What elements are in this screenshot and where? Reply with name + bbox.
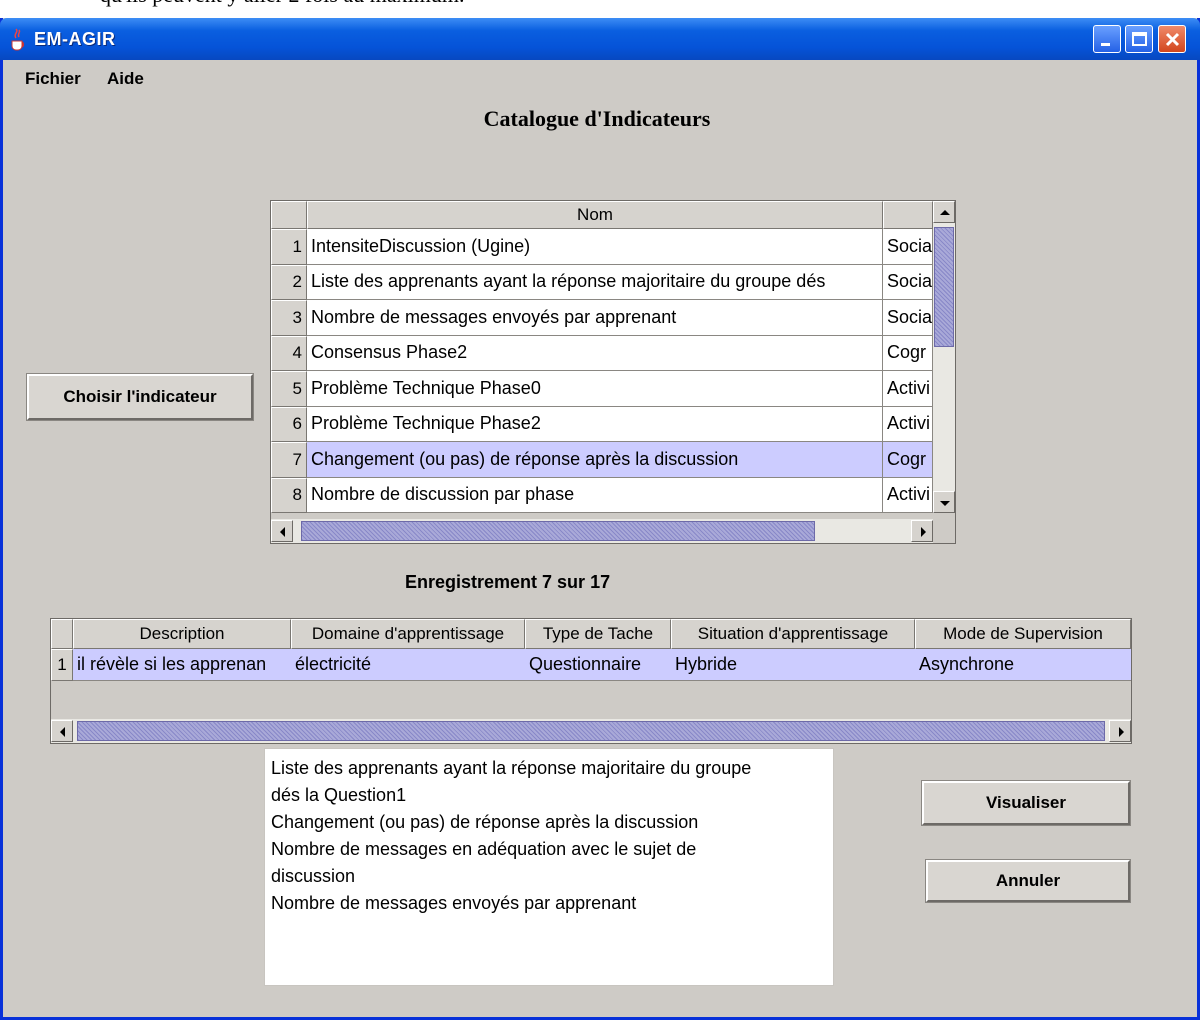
cell-mode-supervision[interactable]: Asynchrone bbox=[915, 649, 1131, 681]
column-header-type-tache[interactable]: Type de Tache bbox=[525, 619, 671, 649]
scroll-left-button[interactable] bbox=[51, 720, 73, 742]
menu-fichier[interactable]: Fichier bbox=[25, 69, 81, 89]
cell-nom[interactable]: Consensus Phase2 bbox=[307, 335, 883, 371]
choose-indicator-button[interactable]: Choisir l'indicateur bbox=[27, 374, 253, 420]
cell-type[interactable]: Socia bbox=[883, 264, 933, 300]
row-number: 4 bbox=[271, 335, 307, 371]
cell-type[interactable]: Activi bbox=[883, 477, 933, 513]
text-line: Nombre de messages en adéquation avec le… bbox=[271, 839, 697, 859]
text-line: Nombre de messages envoyés par apprenant bbox=[271, 893, 637, 913]
indicator-table-header: Nom bbox=[271, 201, 933, 229]
cell-description[interactable]: il révèle si les apprenan bbox=[73, 649, 291, 681]
scroll-left-button[interactable] bbox=[271, 520, 293, 542]
cell-type[interactable]: Activi bbox=[883, 371, 933, 407]
vertical-scroll-thumb[interactable] bbox=[934, 227, 954, 347]
column-header-situation[interactable]: Situation d'apprentissage bbox=[671, 619, 915, 649]
arrow-down-icon bbox=[940, 501, 950, 506]
horizontal-scroll-thumb[interactable] bbox=[301, 521, 815, 541]
column-header-mode-supervision[interactable]: Mode de Supervision bbox=[915, 619, 1131, 649]
corner-header bbox=[51, 619, 73, 649]
cell-nom[interactable]: Nombre de discussion par phase bbox=[307, 477, 883, 513]
row-number: 6 bbox=[271, 406, 307, 442]
row-number: 1 bbox=[271, 229, 307, 265]
cell-nom[interactable]: IntensiteDiscussion (Ugine) bbox=[307, 229, 883, 265]
row-number: 1 bbox=[51, 649, 73, 681]
table-row[interactable]: 6 Problème Technique Phase2 Activi bbox=[271, 406, 933, 442]
detail-horizontal-scrollbar[interactable] bbox=[51, 719, 1131, 743]
cell-type[interactable]: Socia bbox=[883, 300, 933, 336]
detail-table-header: Description Domaine d'apprentissage Type… bbox=[51, 619, 1131, 649]
detail-table-body: 1 il révèle si les apprenan électricité … bbox=[51, 649, 1131, 717]
java-cup-icon bbox=[8, 27, 28, 51]
close-icon bbox=[1165, 32, 1180, 47]
minimize-icon bbox=[1101, 43, 1110, 46]
row-number: 8 bbox=[271, 477, 307, 513]
menu-bar: Fichier Aide bbox=[3, 60, 1197, 94]
table-row[interactable]: 2 Liste des apprenants ayant la réponse m… bbox=[271, 264, 933, 300]
scroll-right-button[interactable] bbox=[1109, 720, 1131, 742]
table-row[interactable]: 1 IntensiteDiscussion (Ugine) Socia bbox=[271, 229, 933, 265]
cancel-button[interactable]: Annuler bbox=[926, 860, 1130, 902]
arrow-right-icon bbox=[1119, 727, 1124, 737]
table-row[interactable]: 1 il révèle si les apprenan électricité … bbox=[51, 649, 1131, 681]
table-row[interactable]: 7 Changement (ou pas) de réponse après la… bbox=[271, 442, 933, 478]
cell-type-tache[interactable]: Questionnaire bbox=[525, 649, 671, 681]
cell-nom[interactable]: Problème Technique Phase0 bbox=[307, 371, 883, 407]
column-header-domaine[interactable]: Domaine d'apprentissage bbox=[291, 619, 525, 649]
cell-nom[interactable]: Changement (ou pas) de réponse après la … bbox=[307, 442, 883, 478]
cell-domaine[interactable]: électricité bbox=[291, 649, 525, 681]
text-line: dés la Question1 bbox=[271, 785, 407, 805]
record-counter: Enregistrement 7 sur 17 bbox=[405, 572, 611, 592]
maximize-icon bbox=[1132, 32, 1147, 46]
cell-nom[interactable]: Problème Technique Phase2 bbox=[307, 406, 883, 442]
close-button[interactable] bbox=[1158, 25, 1186, 53]
menu-aide[interactable]: Aide bbox=[107, 69, 144, 89]
row-number: 3 bbox=[271, 300, 307, 336]
background-document-text: qu'ils peuvent y aller 2 fois au maximum… bbox=[100, 0, 464, 8]
detail-table: Description Domaine d'apprentissage Type… bbox=[50, 618, 1132, 744]
detail-scroll-thumb[interactable] bbox=[77, 721, 1105, 741]
cell-nom[interactable]: Nombre de messages envoyés par apprenant bbox=[307, 300, 883, 336]
corner-header bbox=[271, 201, 307, 229]
indicator-table: Nom 1 IntensiteDiscussion (Ugine) Socia 2 Li… bbox=[270, 200, 956, 544]
table-row[interactable]: 8 Nombre de discussion par phase Activi bbox=[271, 477, 933, 513]
row-number: 5 bbox=[271, 371, 307, 407]
arrow-left-icon bbox=[60, 727, 65, 737]
row-number: 2 bbox=[271, 264, 307, 300]
table-row[interactable]: 3 Nombre de messages envoyés par apprenan… bbox=[271, 300, 933, 336]
column-header-nom[interactable]: Nom bbox=[307, 201, 883, 229]
table-row[interactable]: 5 Problème Technique Phase0 Activi bbox=[271, 371, 933, 407]
scroll-up-button[interactable] bbox=[933, 201, 955, 223]
arrow-left-icon bbox=[280, 527, 285, 537]
column-header-type[interactable] bbox=[883, 201, 933, 229]
minimize-button[interactable] bbox=[1093, 25, 1121, 53]
title-bar[interactable]: EM-AGIR bbox=[0, 18, 1200, 60]
maximize-button[interactable] bbox=[1125, 25, 1153, 53]
cell-nom[interactable]: Liste des apprenants ayant la réponse ma… bbox=[307, 264, 883, 300]
cell-type[interactable]: Activi bbox=[883, 406, 933, 442]
scroll-right-button[interactable] bbox=[911, 520, 933, 542]
cell-type[interactable]: Socia bbox=[883, 229, 933, 265]
column-header-description[interactable]: Description bbox=[73, 619, 291, 649]
text-line: discussion bbox=[271, 866, 356, 886]
vertical-scrollbar[interactable] bbox=[933, 201, 955, 513]
selected-indicators-textarea[interactable]: Liste des apprenants ayant la réponse ma… bbox=[264, 748, 834, 986]
cell-type[interactable]: Cogr bbox=[883, 335, 933, 371]
text-line: Changement (ou pas) de réponse après la … bbox=[271, 812, 699, 832]
table-row[interactable]: 4 Consensus Phase2 Cogr bbox=[271, 335, 933, 371]
text-line: Liste des apprenants ayant la réponse ma… bbox=[271, 758, 752, 778]
visualize-button[interactable]: Visualiser bbox=[922, 781, 1130, 825]
indicator-rows: 1 IntensiteDiscussion (Ugine) Socia 2 Liste … bbox=[271, 229, 933, 513]
arrow-up-icon bbox=[940, 210, 950, 215]
catalogue-title: Catalogue d'Indicateurs bbox=[483, 106, 711, 131]
horizontal-scrollbar[interactable] bbox=[271, 519, 933, 543]
cell-type[interactable]: Cogr bbox=[883, 442, 933, 478]
arrow-right-icon bbox=[921, 527, 926, 537]
cell-situation[interactable]: Hybride bbox=[671, 649, 915, 681]
scroll-down-button[interactable] bbox=[933, 491, 955, 513]
row-number: 7 bbox=[271, 442, 307, 478]
window-title: EM-AGIR bbox=[34, 29, 116, 49]
